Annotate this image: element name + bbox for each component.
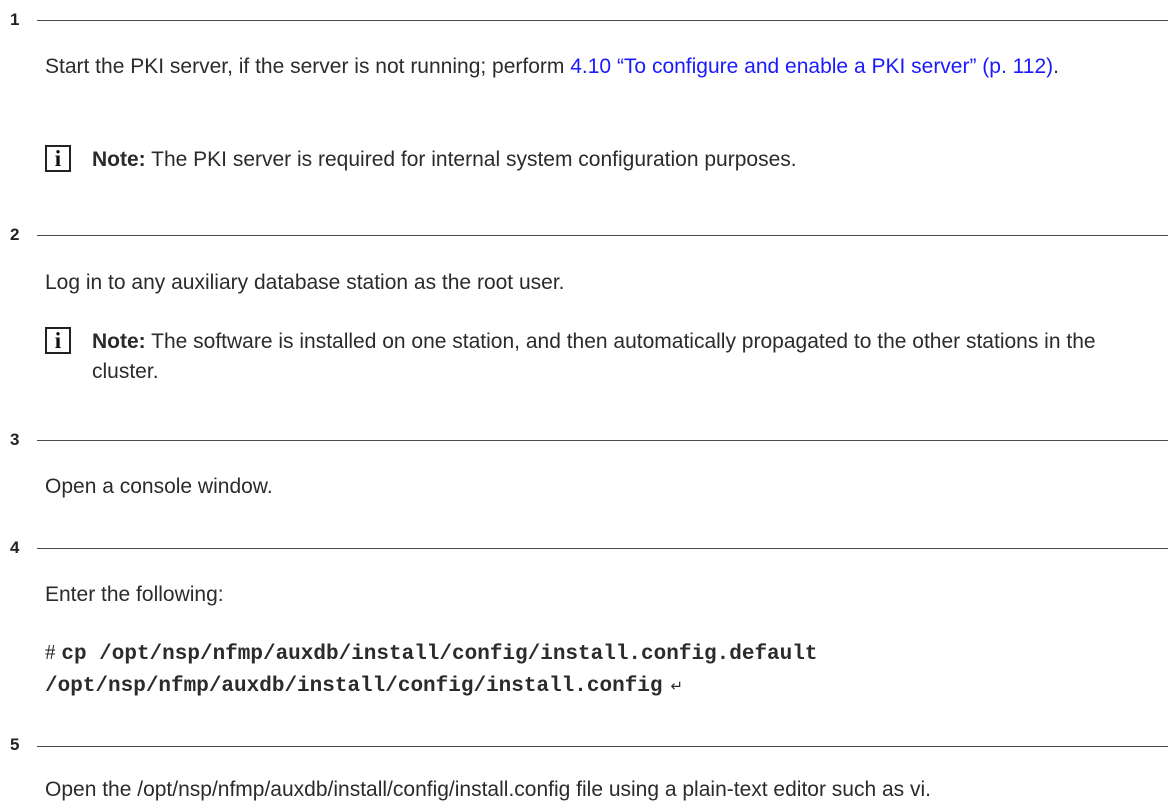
info-icon: i [45,145,71,172]
instruction-text: Start the PKI server, if the server is n… [45,55,571,78]
note-label: Note: [92,148,146,171]
step-divider [37,746,1168,747]
step-divider [37,440,1168,441]
note-text: The PKI server is required for internal … [145,148,797,171]
command-text: /opt/nsp/nfmp/auxdb/install/config/insta… [45,675,663,698]
instruction-text: . [1053,55,1059,78]
command-text: cp /opt/nsp/nfmp/auxdb/install/config/in… [61,643,818,666]
cross-reference-link[interactable]: 4.10 “To configure and enable a PKI serv… [570,55,1053,78]
step-divider [37,235,1168,236]
step-divider [37,20,1168,21]
step-divider [37,548,1168,549]
step-instruction: Open a console window. [45,475,273,498]
command-line: # cp /opt/nsp/nfmp/auxdb/install/config/… [45,637,1165,670]
note: Note: The software is installed on one s… [92,327,1152,387]
step-instruction: Open the /opt/nsp/nfmp/auxdb/install/con… [45,778,931,801]
enter-key-icon: ↵ [670,677,684,695]
step-number: 2 [10,225,20,244]
command-block: # cp /opt/nsp/nfmp/auxdb/install/config/… [45,637,1165,702]
step-number: 3 [10,430,20,449]
step-number: 4 [10,538,20,557]
shell-prompt: # [45,640,56,664]
info-icon: i [45,327,71,354]
step-number: 5 [10,735,20,754]
step-instruction: Start the PKI server, if the server is n… [45,52,1145,82]
step-instruction: Log in to any auxiliary database station… [45,271,565,294]
step-instruction: Enter the following: [45,583,224,606]
command-line: /opt/nsp/nfmp/auxdb/install/config/insta… [45,670,1165,702]
note-text: The software is installed on one station… [92,330,1096,383]
step-number: 1 [10,10,20,29]
note-label: Note: [92,330,146,353]
note: Note: The PKI server is required for int… [92,145,1152,175]
